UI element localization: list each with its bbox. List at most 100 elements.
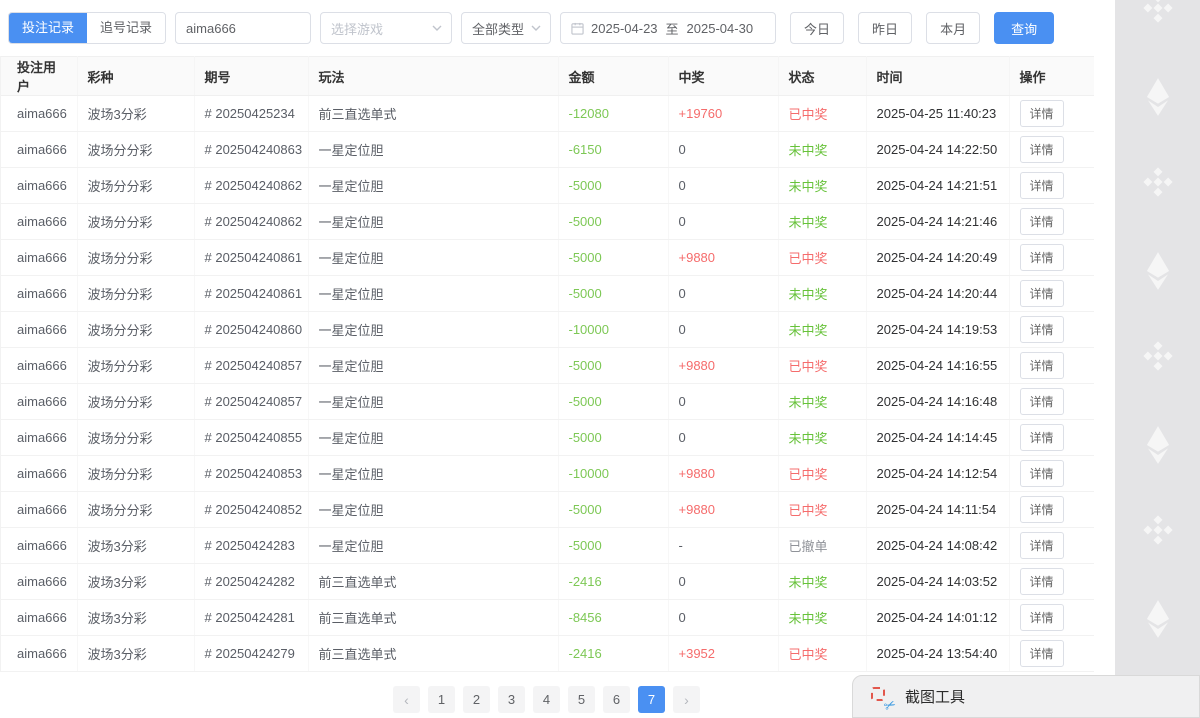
cell-time: 2025-04-24 14:01:12 <box>866 600 1009 636</box>
quick-date-button[interactable]: 昨日 <box>858 12 912 44</box>
cell-status: 已中奖 <box>778 240 866 276</box>
cell-time: 2025-04-24 14:19:53 <box>866 312 1009 348</box>
cell-time: 2025-04-24 14:08:42 <box>866 528 1009 564</box>
detail-button[interactable]: 详情 <box>1020 208 1064 235</box>
watermark-sidebar <box>1115 0 1200 718</box>
detail-button[interactable]: 详情 <box>1020 172 1064 199</box>
cell-win: +9880 <box>668 348 778 384</box>
table-row: aima666 波场3分彩 # 20250424282 前三直选单式 -2416… <box>1 564 1094 600</box>
cell-amount: -5000 <box>558 240 668 276</box>
detail-button[interactable]: 详情 <box>1020 244 1064 271</box>
pagination-next-button[interactable]: › <box>673 686 700 713</box>
detail-button[interactable]: 详情 <box>1020 640 1064 667</box>
cell-action: 详情 <box>1009 492 1094 528</box>
detail-button[interactable]: 详情 <box>1020 568 1064 595</box>
cell-issue: # 202504240860 <box>194 312 308 348</box>
username-input[interactable]: aima666 <box>175 12 311 44</box>
date-range-picker[interactable]: 2025-04-23 至 2025-04-30 <box>560 12 776 44</box>
cell-play: 一星定位胆 <box>308 312 558 348</box>
quick-date-button[interactable]: 本月 <box>926 12 980 44</box>
cell-action: 详情 <box>1009 636 1094 672</box>
cell-play: 一星定位胆 <box>308 528 558 564</box>
quick-date-buttons: 今日 昨日 本月 <box>776 12 980 44</box>
cell-lottery: 波场3分彩 <box>77 96 194 132</box>
table-row: aima666 波场分分彩 # 202504240852 一星定位胆 -5000… <box>1 492 1094 528</box>
detail-button[interactable]: 详情 <box>1020 352 1064 379</box>
cell-amount: -8456 <box>558 600 668 636</box>
detail-button[interactable]: 详情 <box>1020 460 1064 487</box>
cell-user: aima666 <box>1 168 77 204</box>
detail-button[interactable]: 详情 <box>1020 136 1064 163</box>
cell-status: 已撤单 <box>778 528 866 564</box>
cell-play: 一星定位胆 <box>308 492 558 528</box>
game-select-placeholder: 选择游戏 <box>331 19 383 38</box>
cell-user: aima666 <box>1 492 77 528</box>
cell-issue: # 202504240862 <box>194 204 308 240</box>
cell-play: 一星定位胆 <box>308 204 558 240</box>
detail-button[interactable]: 详情 <box>1020 496 1064 523</box>
bet-records-table: 投注用户 彩种 期号 玩法 金额 中奖 状态 时间 操作 aima666 波场3… <box>0 56 1093 672</box>
record-type-tab[interactable]: 追号记录 <box>87 13 165 43</box>
detail-button[interactable]: 详情 <box>1020 388 1064 415</box>
cell-win: 0 <box>668 168 778 204</box>
cell-issue: # 202504240857 <box>194 384 308 420</box>
cell-time: 2025-04-24 14:21:51 <box>866 168 1009 204</box>
cell-win: - <box>668 528 778 564</box>
cell-user: aima666 <box>1 132 77 168</box>
detail-button[interactable]: 详情 <box>1020 532 1064 559</box>
pagination-page-button[interactable]: 2 <box>463 686 490 713</box>
pagination-page-button[interactable]: 7 <box>638 686 665 713</box>
cell-status: 已中奖 <box>778 636 866 672</box>
detail-button[interactable]: 详情 <box>1020 424 1064 451</box>
cell-status: 未中奖 <box>778 600 866 636</box>
detail-button[interactable]: 详情 <box>1020 316 1064 343</box>
cell-lottery: 波场分分彩 <box>77 204 194 240</box>
pagination-page-button[interactable]: 3 <box>498 686 525 713</box>
quick-date-button[interactable]: 今日 <box>790 12 844 44</box>
crypto-watermark-icon <box>1115 77 1200 117</box>
table-row: aima666 波场分分彩 # 202504240862 一星定位胆 -5000… <box>1 168 1094 204</box>
cell-issue: # 20250424283 <box>194 528 308 564</box>
record-type-tab[interactable]: 投注记录 <box>9 13 87 43</box>
cell-win: 0 <box>668 564 778 600</box>
cell-amount: -12080 <box>558 96 668 132</box>
cell-user: aima666 <box>1 420 77 456</box>
table-row: aima666 波场分分彩 # 202504240862 一星定位胆 -5000… <box>1 204 1094 240</box>
cell-user: aima666 <box>1 348 77 384</box>
pagination-prev-button[interactable]: ‹ <box>393 686 420 713</box>
cell-status: 未中奖 <box>778 204 866 240</box>
cell-lottery: 波场分分彩 <box>77 420 194 456</box>
type-select[interactable]: 全部类型 <box>461 12 551 44</box>
table-row: aima666 波场分分彩 # 202504240855 一星定位胆 -5000… <box>1 420 1094 456</box>
pagination-page-button[interactable]: 5 <box>568 686 595 713</box>
table-row: aima666 波场分分彩 # 202504240860 一星定位胆 -1000… <box>1 312 1094 348</box>
cell-time: 2025-04-24 14:12:54 <box>866 456 1009 492</box>
cell-status: 未中奖 <box>778 168 866 204</box>
game-select[interactable]: 选择游戏 <box>320 12 452 44</box>
cell-action: 详情 <box>1009 276 1094 312</box>
crypto-watermark-icon <box>1115 338 1200 374</box>
detail-button[interactable]: 详情 <box>1020 280 1064 307</box>
cell-action: 详情 <box>1009 96 1094 132</box>
cell-amount: -10000 <box>558 312 668 348</box>
cell-lottery: 波场分分彩 <box>77 276 194 312</box>
snipping-tool-panel[interactable]: ✂ 截图工具 <box>852 675 1200 718</box>
detail-button[interactable]: 详情 <box>1020 100 1064 127</box>
col-header-amount: 金额 <box>558 57 668 96</box>
chevron-down-icon <box>431 22 443 34</box>
cell-amount: -5000 <box>558 492 668 528</box>
crypto-watermark-icon <box>1115 425 1200 465</box>
detail-button[interactable]: 详情 <box>1020 604 1064 631</box>
cell-status: 未中奖 <box>778 420 866 456</box>
cell-user: aima666 <box>1 600 77 636</box>
cell-user: aima666 <box>1 276 77 312</box>
pagination-page-button[interactable]: 6 <box>603 686 630 713</box>
date-start: 2025-04-23 <box>591 21 658 36</box>
pagination-page-button[interactable]: 4 <box>533 686 560 713</box>
cell-amount: -5000 <box>558 204 668 240</box>
date-separator: 至 <box>666 19 679 38</box>
cell-lottery: 波场3分彩 <box>77 600 194 636</box>
pagination-page-button[interactable]: 1 <box>428 686 455 713</box>
table-row: aima666 波场分分彩 # 202504240861 一星定位胆 -5000… <box>1 276 1094 312</box>
search-button[interactable]: 查询 <box>994 12 1054 44</box>
